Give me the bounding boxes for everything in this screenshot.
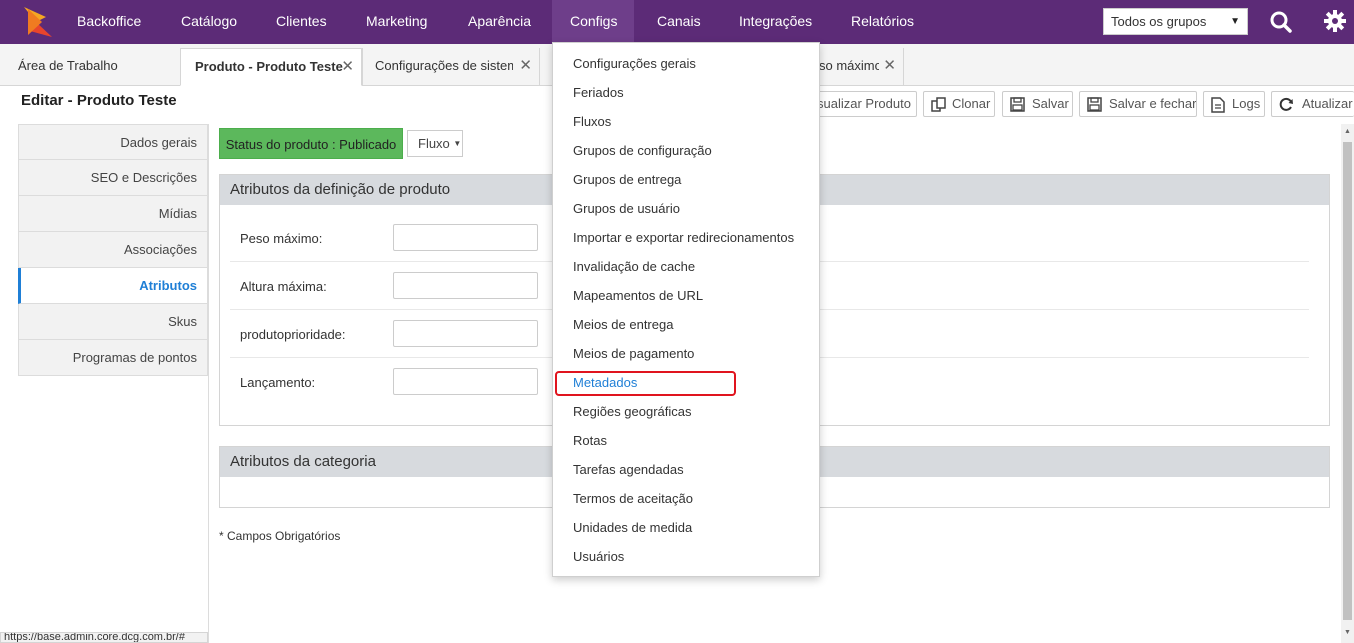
- save-and-close-button[interactable]: Salvar e fechar: [1079, 91, 1197, 117]
- menu-item-mapeamentos-de-url[interactable]: Mapeamentos de URL: [573, 285, 703, 307]
- status-url: https://base.admin.core.dcg.com.br/#: [0, 632, 208, 643]
- top-navbar: Backoffice Catálogo Clientes Marketing A…: [0, 0, 1354, 44]
- nav-integracoes[interactable]: Integrações: [739, 0, 812, 44]
- menu-item-termos-de-aceitacao[interactable]: Termos de aceitação: [573, 488, 693, 510]
- menu-item-meios-de-entrega[interactable]: Meios de entrega: [573, 314, 673, 336]
- menu-item-usuarios[interactable]: Usuários: [573, 546, 624, 568]
- menu-item-metadados[interactable]: Metadados: [573, 372, 637, 394]
- nav-relatorios[interactable]: Relatórios: [851, 0, 914, 44]
- nav-catalogo[interactable]: Catálogo: [181, 0, 237, 44]
- floppy-disk-icon: [1010, 97, 1025, 112]
- sidebar-item-midias[interactable]: Mídias: [18, 196, 208, 232]
- group-select[interactable]: Todos os grupos ▼: [1103, 8, 1248, 35]
- peso-maximo-input[interactable]: [393, 224, 538, 251]
- menu-item-grupos-de-usuario[interactable]: Grupos de usuário: [573, 198, 680, 220]
- sidebar-item-atributos[interactable]: Atributos: [18, 268, 208, 304]
- tab-label: so máximo: [819, 58, 882, 73]
- sidebar-item-seo[interactable]: SEO e Descrições: [18, 160, 208, 196]
- field-label-lancamento: Lançamento:: [240, 375, 316, 390]
- nav-canais[interactable]: Canais: [657, 0, 701, 44]
- search-icon[interactable]: [1269, 10, 1293, 34]
- field-label-altura-maxima: Altura máxima:: [240, 279, 327, 294]
- scroll-down-icon[interactable]: ▼: [1344, 629, 1351, 636]
- caret-down-icon: ▼: [453, 139, 462, 148]
- button-label: Salvar e fechar: [1109, 96, 1197, 111]
- group-select-value: Todos os grupos: [1111, 14, 1207, 29]
- product-status-button[interactable]: Status do produto : Publicado: [219, 128, 403, 159]
- page-title: Editar - Produto Teste: [21, 92, 177, 109]
- button-label: Logs: [1232, 96, 1261, 111]
- menu-item-unidades-de-medida[interactable]: Unidades de medida: [573, 517, 692, 539]
- tab-label: Configurações de sistema: [375, 58, 526, 73]
- close-icon[interactable]: ✕: [879, 48, 896, 84]
- required-fields-note: * Campos Obrigatórios: [219, 529, 341, 543]
- button-label: sualizar Produto: [817, 96, 911, 111]
- floppy-disk-icon: [1087, 97, 1102, 112]
- nav-configs[interactable]: Configs: [552, 0, 634, 44]
- menu-item-fluxos[interactable]: Fluxos: [573, 111, 611, 133]
- scroll-up-icon[interactable]: ▲: [1344, 128, 1351, 135]
- sidebar-divider: [208, 124, 209, 643]
- menu-item-meios-de-pagamento[interactable]: Meios de pagamento: [573, 343, 694, 365]
- menu-item-invalidacao-de-cache[interactable]: Invalidação de cache: [573, 256, 695, 278]
- sidebar-item-skus[interactable]: Skus: [18, 304, 208, 340]
- nav-marketing[interactable]: Marketing: [366, 0, 427, 44]
- clone-button[interactable]: Clonar: [923, 91, 995, 117]
- menu-item-grupos-de-configuracao[interactable]: Grupos de configuração: [573, 140, 712, 162]
- gear-icon[interactable]: [1323, 9, 1347, 33]
- menu-item-rotas[interactable]: Rotas: [573, 430, 607, 452]
- vertical-scrollbar[interactable]: ▲ ▼: [1341, 124, 1354, 643]
- field-label-produtoprioridade: produtoprioridade:: [240, 327, 346, 342]
- view-product-button[interactable]: sualizar Produto: [808, 91, 917, 117]
- nav-aparencia[interactable]: Aparência: [468, 0, 531, 44]
- button-label: Salvar: [1032, 96, 1069, 111]
- tab-label: Área de Trabalho: [18, 58, 118, 73]
- nav-clientes[interactable]: Clientes: [276, 0, 327, 44]
- copy-icon: [931, 97, 946, 112]
- configs-dropdown-menu: Configurações gerais Feriados Fluxos Gru…: [552, 42, 820, 577]
- lancamento-input[interactable]: [393, 368, 538, 395]
- produtoprioridade-input[interactable]: [393, 320, 538, 347]
- logs-button[interactable]: Logs: [1203, 91, 1265, 117]
- menu-item-grupos-de-entrega[interactable]: Grupos de entrega: [573, 169, 681, 191]
- sidebar-item-programas-de-pontos[interactable]: Programas de pontos: [18, 340, 208, 376]
- button-label: Clonar: [952, 96, 991, 111]
- refresh-icon: [1279, 97, 1293, 111]
- tab-peso-maximo[interactable]: so máximo ✕: [815, 48, 904, 86]
- close-icon[interactable]: ✕: [341, 49, 354, 85]
- menu-item-tarefas-agendadas[interactable]: Tarefas agendadas: [573, 459, 684, 481]
- refresh-button[interactable]: Atualizar: [1271, 91, 1354, 117]
- tab-label: Produto - Produto Teste: [195, 59, 343, 74]
- chevron-down-icon: ▼: [1230, 16, 1240, 27]
- menu-item-feriados[interactable]: Feriados: [573, 82, 624, 104]
- menu-item-regioes-geograficas[interactable]: Regiões geográficas: [573, 401, 692, 423]
- flow-dropdown-button[interactable]: Fluxo ▼: [407, 130, 463, 157]
- document-icon: [1211, 97, 1225, 113]
- tab-configuracoes-de-sistema[interactable]: Configurações de sistema ✕: [362, 48, 540, 86]
- tab-produto-teste[interactable]: Produto - Produto Teste ✕: [180, 48, 362, 86]
- sidebar-item-associacoes[interactable]: Associações: [18, 232, 208, 268]
- altura-maxima-input[interactable]: [393, 272, 538, 299]
- close-icon[interactable]: ✕: [513, 48, 532, 84]
- menu-item-importar-exportar-redirecionamentos[interactable]: Importar e exportar redirecionamentos: [573, 227, 794, 249]
- logo-icon[interactable]: [22, 5, 54, 39]
- save-button[interactable]: Salvar: [1002, 91, 1073, 117]
- nav-brand[interactable]: Backoffice: [77, 0, 141, 44]
- field-label-peso-maximo: Peso máximo:: [240, 231, 323, 246]
- menu-item-configuracoes-gerais[interactable]: Configurações gerais: [573, 53, 696, 75]
- tab-area-de-trabalho[interactable]: Área de Trabalho: [4, 48, 174, 86]
- button-label: Fluxo: [418, 136, 450, 151]
- sidebar-item-dados-gerais[interactable]: Dados gerais: [18, 124, 208, 160]
- scrollbar-thumb[interactable]: [1343, 142, 1352, 620]
- button-label: Atualizar: [1302, 96, 1353, 111]
